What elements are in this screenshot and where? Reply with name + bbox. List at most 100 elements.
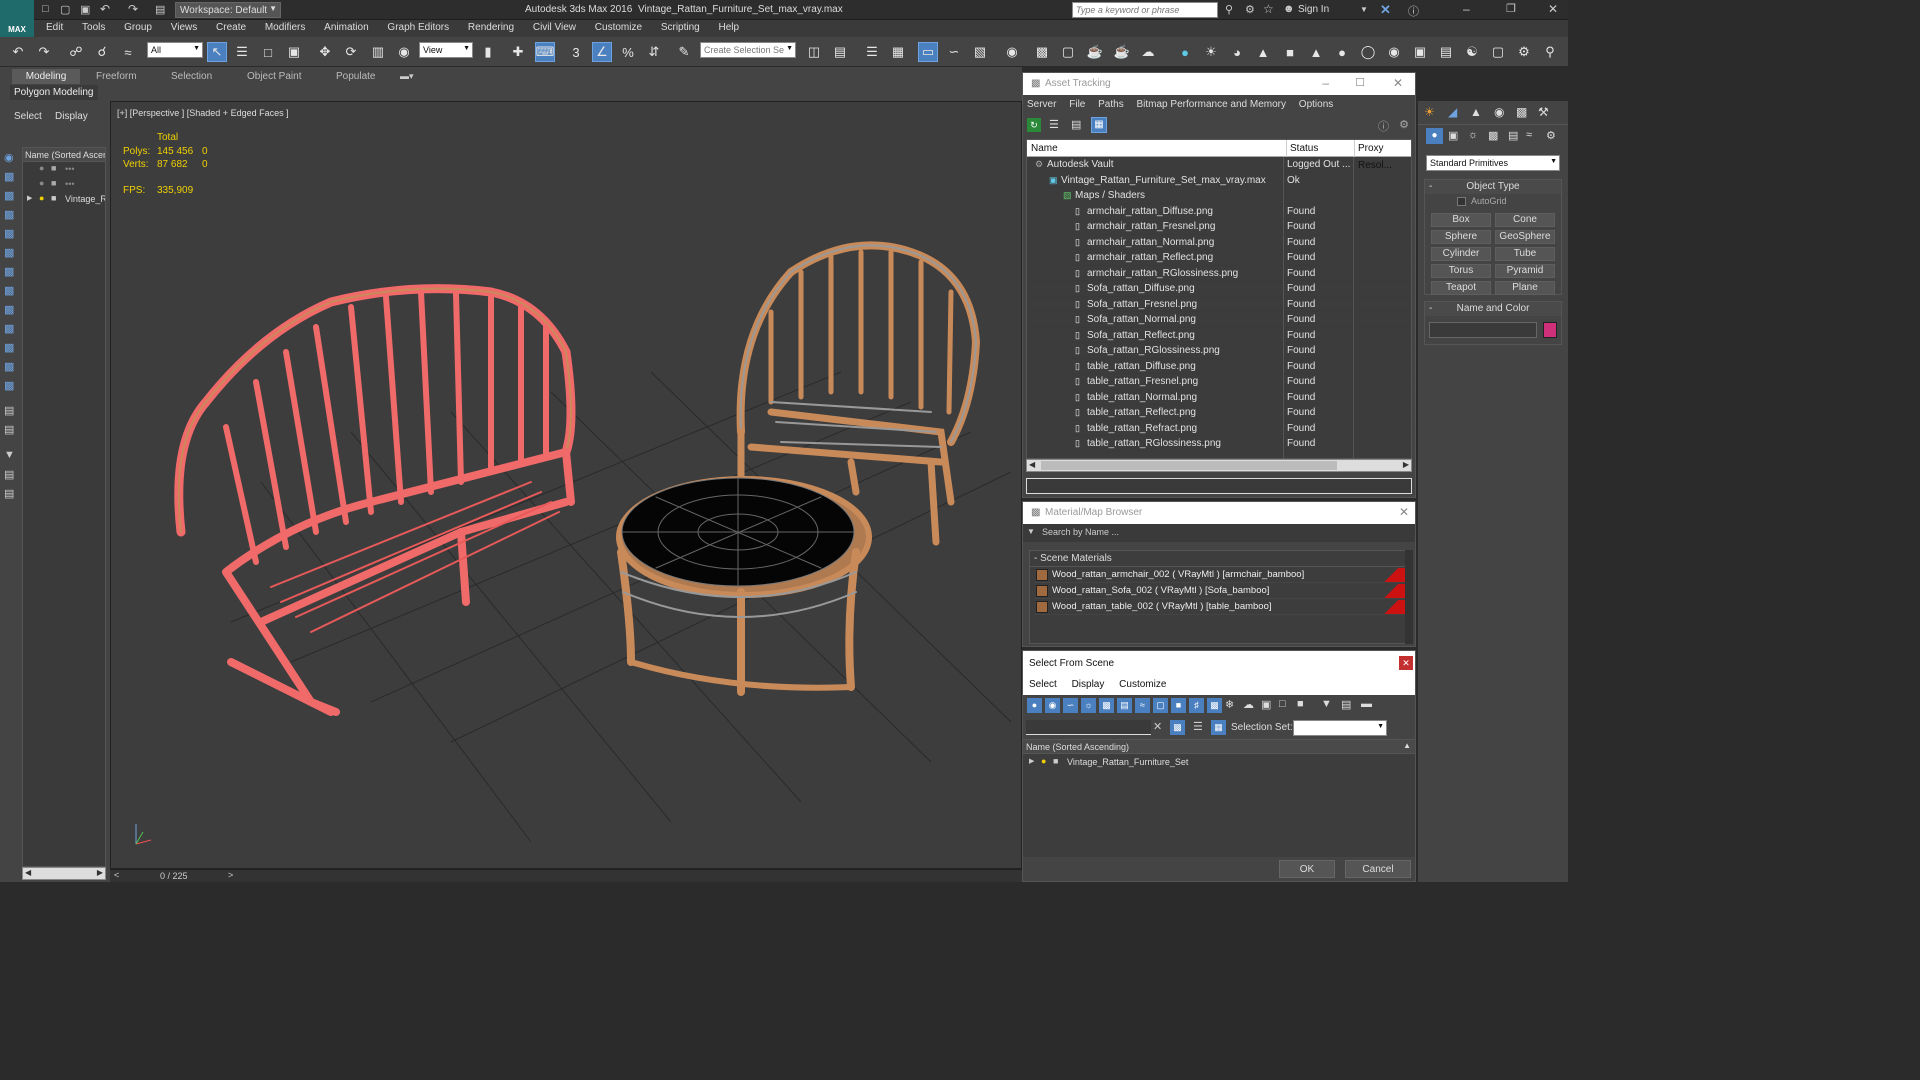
filter-containers-icon[interactable]: ▩: [1207, 698, 1222, 713]
menu-edit[interactable]: Edit: [38, 20, 71, 35]
ribbon-tab-freeform[interactable]: Freeform: [96, 71, 137, 85]
sfs-menu-customize[interactable]: Customize: [1119, 679, 1166, 690]
scroll-left-icon[interactable]: ◀: [25, 868, 31, 877]
refresh-icon[interactable]: ↻: [1027, 118, 1041, 132]
display-shapes-icon[interactable]: ▩: [4, 189, 14, 202]
filter-groups-icon[interactable]: ▢: [1153, 698, 1168, 713]
material-search-input[interactable]: Search by Name ...: [1039, 525, 1411, 541]
column-header-status[interactable]: Status: [1286, 140, 1318, 157]
help-icon[interactable]: ⓘ: [1408, 3, 1419, 19]
filter-helpers-icon[interactable]: ▤: [1117, 698, 1132, 713]
ribbon-tab-selection[interactable]: Selection: [171, 71, 212, 85]
filter-cameras-icon[interactable]: ▩: [1099, 698, 1114, 713]
vray-fur-icon[interactable]: ▲: [1253, 42, 1273, 62]
vray-frame-buffer-icon[interactable]: ◯: [1358, 42, 1378, 62]
utilities-tab-icon[interactable]: ⚒: [1538, 105, 1549, 119]
filter-lights-icon[interactable]: ☼: [1081, 698, 1096, 713]
list-item[interactable]: Wood_rattan_armchair_002 ( VRayMtl ) [ar…: [1034, 567, 1408, 583]
expand-arrow-icon[interactable]: ▶: [1029, 757, 1034, 765]
filter-shapes-icon[interactable]: ∽: [1063, 698, 1078, 713]
perspective-viewport[interactable]: [+] [Perspective ] [Shaded + Edged Faces…: [110, 101, 1022, 869]
filter-all-icon[interactable]: ●: [1027, 698, 1042, 713]
sfs-menu-display[interactable]: Display: [1072, 679, 1105, 690]
undo-icon[interactable]: ↶: [8, 42, 28, 62]
vray-physical-camera-icon[interactable]: ▣: [1410, 42, 1430, 62]
new-file-icon[interactable]: □: [42, 3, 49, 15]
sign-in-chevron-icon[interactable]: ▼: [1360, 5, 1368, 14]
display-all-icon[interactable]: ◉: [4, 151, 14, 164]
display-bones-icon[interactable]: ▩: [4, 322, 14, 335]
filter-layers-icon[interactable]: ▤: [4, 487, 14, 500]
move-icon[interactable]: ✥: [315, 42, 335, 62]
name-and-color-header[interactable]: - Name and Color: [1425, 302, 1561, 316]
help-search-input[interactable]: Type a keyword or phrase: [1072, 2, 1218, 18]
redo-icon[interactable]: ↷: [34, 42, 54, 62]
vray-toon-icon[interactable]: ☯: [1462, 42, 1482, 62]
scene-explorer-tab-select[interactable]: Select: [14, 111, 42, 122]
vray-proxy-icon[interactable]: ■: [1280, 42, 1300, 62]
scene-materials-group-header[interactable]: - Scene Materials: [1030, 551, 1408, 567]
filter-frozen-icon[interactable]: ❄: [1225, 698, 1234, 711]
time-slider-prev-icon[interactable]: <: [114, 870, 119, 880]
lights-category-icon[interactable]: ☼: [1468, 129, 1478, 141]
asset-menu-bitmap-performance[interactable]: Bitmap Performance and Memory: [1137, 99, 1287, 110]
select-object-icon[interactable]: ↖: [207, 42, 227, 62]
sign-in-link[interactable]: Sign In: [1298, 4, 1329, 15]
edit-named-selection-icon[interactable]: ✎: [674, 42, 694, 62]
selection-set-icon[interactable]: ▦: [1211, 720, 1226, 735]
snaps-toggle-icon[interactable]: 3: [566, 42, 586, 62]
scale-icon[interactable]: ▥: [368, 42, 388, 62]
hierarchy-tab-icon[interactable]: ▲: [1470, 105, 1482, 119]
help-icon[interactable]: ⓘ: [1378, 118, 1389, 134]
table-view-icon[interactable]: ▦: [1091, 117, 1107, 133]
ribbon-polygon-modeling-bar[interactable]: Polygon Modeling: [10, 85, 98, 100]
keyboard-shortcut-override-icon[interactable]: ⌨: [535, 42, 555, 62]
rectangular-selection-icon[interactable]: □: [258, 42, 278, 62]
menu-customize[interactable]: Customize: [587, 20, 650, 35]
funnel-selection-icon[interactable]: ▤: [1341, 698, 1351, 711]
display-tab-icon[interactable]: ▩: [1516, 105, 1527, 119]
scroll-right-icon[interactable]: ▶: [97, 868, 103, 877]
expand-arrow-icon[interactable]: ▶: [27, 194, 32, 202]
asset-tracking-titlebar[interactable]: ▩ Asset Tracking – ☐ ✕: [1023, 73, 1415, 95]
display-lights-icon[interactable]: ▩: [4, 208, 14, 221]
display-containers-icon[interactable]: ▩: [4, 341, 14, 354]
ok-button[interactable]: OK: [1279, 860, 1335, 878]
asset-menu-options[interactable]: Options: [1299, 99, 1333, 110]
exchange-icon[interactable]: ✕: [1380, 2, 1391, 18]
material-browser-vscroll[interactable]: [1405, 550, 1413, 644]
display-xrefs-icon[interactable]: ▩: [4, 303, 14, 316]
cameras-category-icon[interactable]: ▩: [1488, 129, 1498, 142]
list-item[interactable]: ● ■ •••: [23, 162, 105, 177]
material-editor-icon[interactable]: ◉: [1002, 42, 1022, 62]
vray-light-icon[interactable]: ●: [1175, 42, 1195, 62]
filter-xrefs-icon[interactable]: ■: [1171, 698, 1186, 713]
pyramid-button[interactable]: Pyramid: [1495, 264, 1555, 278]
close-icon[interactable]: ✕: [1399, 505, 1409, 519]
cylinder-button[interactable]: Cylinder: [1431, 247, 1491, 261]
asset-tracking-path-field[interactable]: [1026, 478, 1412, 494]
favorites-star-icon[interactable]: ☆: [1263, 2, 1274, 16]
select-by-name-icon[interactable]: ☰: [232, 42, 252, 62]
time-slider-next-icon[interactable]: >: [228, 870, 233, 880]
display-options-icon[interactable]: ▬: [1361, 698, 1372, 710]
display-spacewarps-icon[interactable]: ▩: [4, 265, 14, 278]
geometry-category-icon[interactable]: ●: [1426, 128, 1443, 144]
curve-editor-icon[interactable]: ∽: [944, 42, 964, 62]
close-icon[interactable]: ✕: [1393, 76, 1403, 90]
filter-geometry-icon[interactable]: ◉: [1045, 698, 1060, 713]
list-item[interactable]: ▶ ● ■ Vintage_R: [23, 192, 105, 207]
pivot-center-icon[interactable]: ▮: [478, 42, 498, 62]
close-icon[interactable]: ✕: [1548, 2, 1558, 16]
column-header-proxy-resolution[interactable]: Proxy Resol...: [1354, 140, 1411, 171]
mirror-icon[interactable]: ◫: [804, 42, 824, 62]
bulb-on-icon[interactable]: ●: [1041, 756, 1046, 766]
window-crossing-icon[interactable]: ▣: [284, 42, 304, 62]
open-file-icon[interactable]: ▢: [60, 3, 70, 16]
object-name-input[interactable]: [1429, 322, 1537, 338]
render-online-icon[interactable]: ☁: [1138, 42, 1158, 62]
selection-set-dropdown[interactable]: ▼: [1293, 720, 1387, 736]
cone-button[interactable]: Cone: [1495, 213, 1555, 227]
funnel-filter-icon[interactable]: ▼: [1321, 698, 1332, 710]
menu-create[interactable]: Create: [208, 20, 254, 35]
